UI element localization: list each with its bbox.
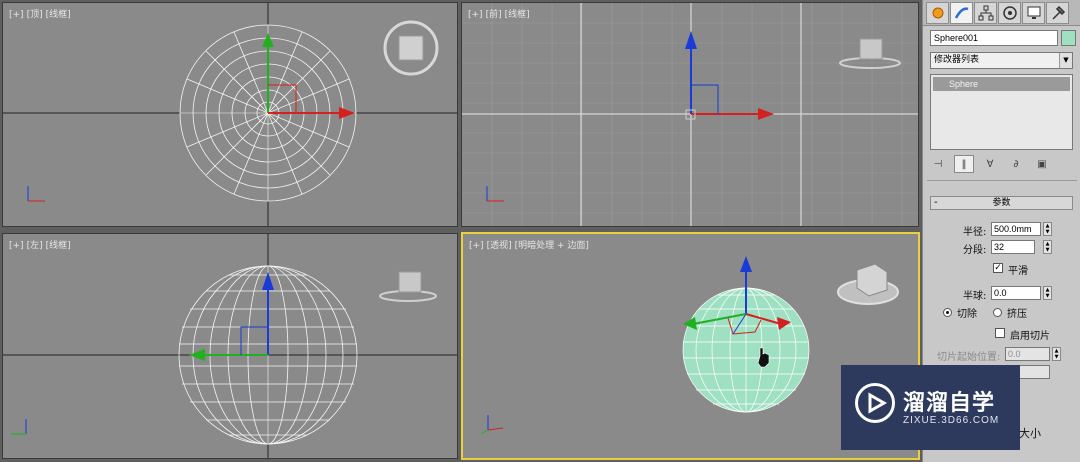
make-unique-icon: ∀ [986, 158, 994, 170]
divider [927, 180, 1077, 181]
slice-on-checkbox[interactable] [995, 328, 1005, 338]
watermark-title: 溜溜自学 [903, 391, 996, 416]
viewport-left[interactable]: [+] [左] [线框] [2, 233, 458, 459]
motion-icon [1002, 6, 1017, 20]
slice-from-label: 切片起始位置: [937, 352, 1001, 363]
parameters-rollout-header[interactable]: - 参数 [930, 196, 1073, 210]
collapse-icon: - [934, 197, 938, 208]
stack-toolbar: ⊣ ‖ ∀ ∂ ▣ [928, 154, 1076, 174]
play-logo-icon [855, 383, 895, 423]
create-tab[interactable] [926, 2, 949, 24]
hierarchy-icon [978, 5, 993, 21]
top-view-canvas [3, 3, 457, 226]
command-panel-tabs [923, 0, 1080, 26]
segments-spinner[interactable]: ▲ ▼ [1043, 240, 1052, 254]
end-result-icon: ‖ [961, 158, 967, 170]
modifier-list-label: 修改器列表 [934, 55, 980, 65]
viewport-front-label[interactable]: [+] [前] [线框] [468, 7, 533, 20]
viewport-front[interactable]: [+] [前] [线框] [461, 2, 919, 227]
show-end-result-button[interactable]: ‖ [954, 155, 974, 173]
slice-from-spinner[interactable]: ▲ ▼ [1052, 347, 1061, 361]
front-view-canvas [462, 3, 918, 226]
segments-input[interactable]: 32 [991, 240, 1035, 254]
radius-input[interactable]: 500.0mm [991, 222, 1041, 236]
viewport-left-label[interactable]: [+] [左] [线框] [9, 238, 74, 251]
motion-tab[interactable] [998, 2, 1021, 24]
display-tab[interactable] [1022, 2, 1045, 24]
configure-sets-button[interactable]: ▣ [1032, 155, 1052, 173]
left-view-canvas [3, 234, 457, 458]
viewport-top-label[interactable]: [+] [顶] [线框] [9, 7, 74, 20]
viewport-top[interactable]: [+] [顶] [线框] [2, 2, 458, 227]
viewcube-left [379, 271, 437, 302]
chop-radio[interactable] [943, 308, 952, 317]
smooth-checkbox[interactable]: ✓ [993, 263, 1003, 273]
watermark: 溜溜自学 ZIXUE.3D66.COM [841, 365, 1020, 450]
viewcube-top [383, 20, 439, 76]
axis-tripod-front [486, 186, 504, 202]
remove-modifier-button[interactable]: ∂ [1006, 155, 1026, 173]
utilities-tab[interactable] [1046, 2, 1069, 24]
chop-label: 切除 [957, 309, 977, 320]
squash-radio[interactable] [993, 308, 1002, 317]
modify-icon [954, 7, 968, 19]
make-unique-button[interactable]: ∀ [980, 155, 1000, 173]
chevron-down-icon: ▼ [1059, 53, 1072, 68]
object-color-swatch[interactable] [1061, 30, 1076, 46]
hemisphere-label: 半球: [963, 291, 987, 302]
rollout-title: 参数 [992, 198, 1011, 208]
viewcube-front [839, 38, 901, 69]
hemisphere-input[interactable]: 0.0 [991, 286, 1041, 300]
display-icon [1027, 6, 1040, 19]
object-name-field[interactable]: Sphere001 [930, 30, 1058, 46]
modify-tab[interactable] [950, 2, 973, 24]
axis-tripod-left [11, 419, 27, 435]
utilities-icon [1051, 5, 1065, 20]
watermark-url: ZIXUE.3D66.COM [903, 415, 1000, 426]
squash-label: 挤压 [1007, 309, 1027, 320]
modifier-stack[interactable]: Sphere [930, 74, 1073, 150]
slice-on-label: 启用切片 [1010, 331, 1050, 342]
axis-tripod-top [27, 186, 45, 202]
viewport-perspective-label[interactable]: [+] [透视] [明暗处理 + 边面] [469, 238, 592, 251]
smooth-label: 平滑 [1008, 266, 1028, 277]
slice-from-input[interactable]: 0.0 [1005, 347, 1050, 361]
pin-icon: ⊣ [933, 158, 943, 170]
move-gizmo-top [262, 33, 355, 119]
modifier-list-dropdown[interactable]: 修改器列表 ▼ [930, 52, 1073, 69]
viewcube-perspective [837, 263, 899, 305]
size-label-fragment: 大小 [1019, 427, 1041, 440]
configure-icon: ▣ [1037, 158, 1047, 170]
stack-item-sphere[interactable]: Sphere [933, 77, 1070, 91]
hemisphere-spinner[interactable]: ▲ ▼ [1043, 286, 1052, 300]
move-gizmo-front [685, 31, 774, 120]
hierarchy-tab[interactable] [974, 2, 997, 24]
radius-spinner[interactable]: ▲ ▼ [1043, 222, 1052, 236]
radius-label: 半径: [963, 227, 987, 238]
trash-icon: ∂ [1013, 158, 1019, 170]
max-window: [+] [顶] [线框] [+] [前] [线框] [+] [左] [线框] [… [0, 0, 1080, 462]
pin-stack-button[interactable]: ⊣ [928, 155, 948, 173]
segments-label: 分段: [963, 245, 987, 256]
create-icon [932, 7, 943, 19]
axis-tripod-perspective [480, 415, 504, 435]
